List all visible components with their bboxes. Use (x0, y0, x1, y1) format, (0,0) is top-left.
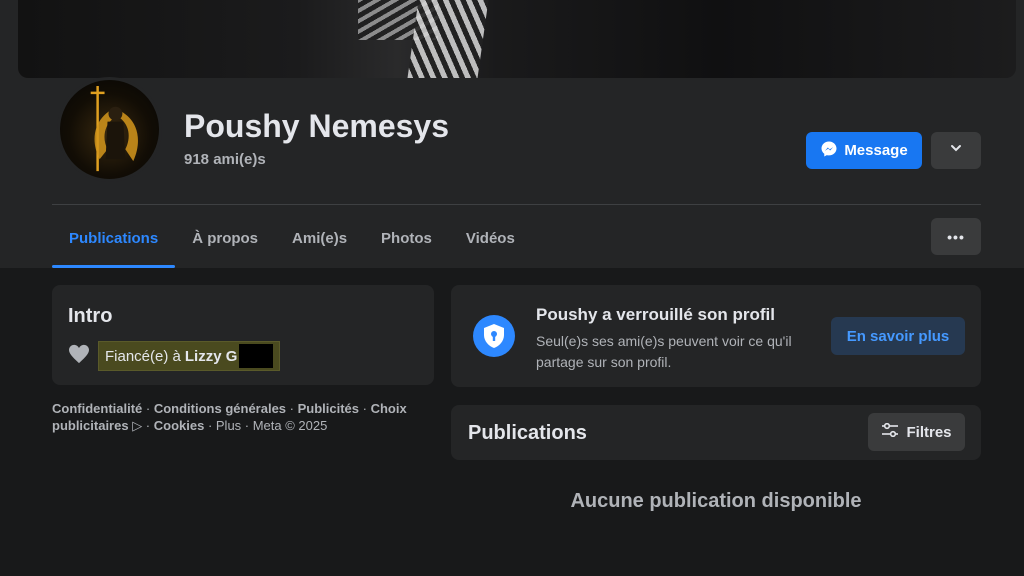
locked-profile-card: Poushy a verrouillé son profil Seul(e)s … (451, 285, 981, 387)
shield-lock-icon (473, 315, 515, 357)
message-button-label: Message (844, 142, 908, 159)
empty-publications-message: Aucune publication disponible (570, 490, 862, 512)
tab-about[interactable]: À propos (175, 208, 275, 268)
cover-photo[interactable] (18, 0, 1016, 78)
footer-more[interactable]: Plus · Meta © 2025 (216, 418, 327, 433)
tab-photos[interactable]: Photos (364, 208, 449, 268)
profile-tabs: Publications À propos Ami(e)s Photos Vid… (52, 208, 532, 268)
relationship-status[interactable]: Fiancé(e) à Lizzy G (98, 341, 281, 371)
profile-name: Poushy Nemesys (184, 108, 450, 144)
relationship-partner[interactable]: Lizzy G (185, 348, 238, 365)
sliders-icon (881, 422, 899, 441)
footer-link-cookies[interactable]: Cookies (154, 418, 205, 433)
tab-publications[interactable]: Publications (52, 208, 176, 268)
friends-count[interactable]: 918 ami(e)s (184, 151, 266, 168)
footer-link-ads[interactable]: Publicités (298, 401, 359, 416)
filters-label: Filtres (906, 423, 952, 441)
locked-description: Seul(e)s ses ami(e)s peuvent voir ce qu'… (536, 333, 792, 370)
tab-friends[interactable]: Ami(e)s (275, 208, 364, 268)
relationship-prefix: Fiancé(e) à (105, 347, 181, 365)
redaction-box (239, 344, 274, 368)
footer-link-terms[interactable]: Conditions générales (154, 401, 286, 416)
heart-icon (68, 344, 90, 369)
chevron-down-icon (949, 141, 963, 160)
more-dots-icon: ••• (947, 228, 965, 245)
intro-card: Intro Fiancé(e) à Lizzy G (52, 285, 434, 385)
avatar-image (90, 85, 138, 172)
learn-more-button[interactable]: En savoir plus (831, 317, 965, 355)
relationship-row: Fiancé(e) à Lizzy G (68, 341, 281, 371)
locked-title: Poushy a verrouillé son profil (536, 305, 775, 324)
intro-title: Intro (68, 305, 113, 327)
more-options-button[interactable]: ••• (931, 218, 981, 255)
message-button[interactable]: Message (806, 132, 922, 169)
publications-title: Publications (468, 422, 587, 444)
profile-avatar[interactable] (57, 77, 162, 182)
header-divider (52, 204, 981, 205)
footer-link-privacy[interactable]: Confidentialité (52, 401, 142, 416)
cover-photo-detail (407, 0, 489, 78)
tab-videos[interactable]: Vidéos (449, 208, 532, 268)
footer-links: Confidentialité · Conditions générales ·… (52, 401, 407, 433)
publications-card: Publications Filtres (451, 405, 981, 460)
messenger-icon (820, 140, 838, 162)
profile-options-button[interactable] (931, 132, 981, 169)
filters-button[interactable]: Filtres (868, 413, 965, 451)
